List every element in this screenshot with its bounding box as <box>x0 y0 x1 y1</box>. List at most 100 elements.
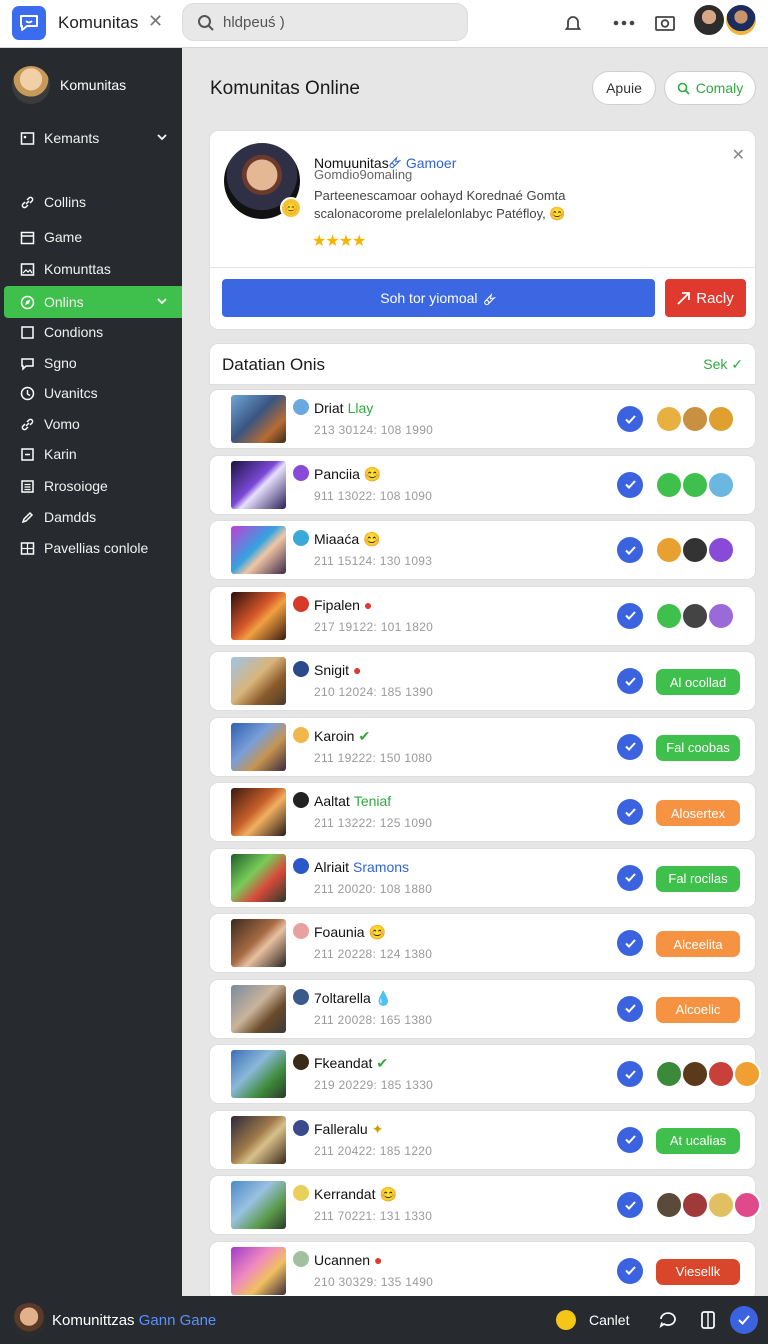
status-pill-button[interactable]: Alceelita <box>656 931 740 957</box>
search-bar[interactable]: hldpeuś ) <box>182 3 468 41</box>
sidebar-item-sgno[interactable]: Sgno <box>0 347 182 379</box>
mini-avatar <box>292 1053 310 1071</box>
row-meta: 210 30329: 135 1490 <box>314 1274 434 1289</box>
table-row[interactable]: Driat Llay 213 30124: 108 1990 <box>209 389 756 449</box>
sidebar-item-damdds[interactable]: Damdds <box>0 501 182 533</box>
camera-icon[interactable] <box>652 10 678 36</box>
image-icon <box>18 260 36 278</box>
row-name: Fipalen ● <box>314 597 372 613</box>
row-tag: 😊 <box>363 465 382 482</box>
game-thumbnail <box>231 591 286 640</box>
check-circle-icon[interactable] <box>730 1306 758 1334</box>
table-row[interactable]: Falleralu ✦ 211 20422: 185 1220 At ucalias <box>209 1109 756 1170</box>
featured-primary-button[interactable]: Soh tor yiomoal 🜸 <box>222 279 655 317</box>
table-row[interactable]: Kerrandat 😊 211 70221: 131 1330 <box>209 1175 761 1235</box>
list-action-link[interactable]: Sek ✓ <box>703 356 743 373</box>
sidebar-profile[interactable]: Komunitas <box>12 66 126 104</box>
table-row[interactable]: Fkeandat ✔ 219 20229: 185 1330 <box>209 1044 761 1104</box>
secondary-header-button[interactable]: Apuie <box>592 71 656 105</box>
status-pill-button[interactable]: At ucalias <box>656 1127 740 1154</box>
check-circle-icon[interactable] <box>617 1257 643 1284</box>
check-circle-icon[interactable] <box>617 1061 643 1087</box>
footer-label[interactable]: Canlet <box>589 1312 629 1328</box>
sidebar-item-komunttas[interactable]: Komunttas <box>0 253 182 285</box>
check-circle-icon[interactable] <box>617 668 643 694</box>
table-row[interactable]: Panciia 😊 911 13022: 108 1090 <box>209 454 756 515</box>
status-pill-button[interactable]: Fal coobas <box>656 734 740 761</box>
game-thumbnail <box>231 1115 286 1164</box>
row-name: Kerrandat 😊 <box>314 1186 397 1203</box>
check-circle-icon[interactable] <box>617 537 643 563</box>
check-circle-icon[interactable] <box>617 995 643 1022</box>
row-name: Panciia 😊 <box>314 466 381 483</box>
row-name: Aaltat Teniaf <box>314 793 391 809</box>
status-pill-button[interactable]: Al ocollad <box>656 669 740 695</box>
primary-header-button[interactable]: Comaly <box>664 71 756 105</box>
sidebar-item-collins[interactable]: Collins <box>0 186 182 218</box>
profile-name: Komunitas <box>60 77 127 93</box>
check-circle-icon[interactable] <box>617 1126 643 1153</box>
row-title: Panciia <box>314 465 360 482</box>
table-row[interactable]: Ucannen ● 210 30329: 135 1490 Viesellk <box>209 1240 756 1301</box>
emoji-badge-icon: 😊 <box>280 197 302 219</box>
sidebar-item-uvanitcs[interactable]: Uvanitcs <box>0 377 182 409</box>
row-name: Ucannen ● <box>314 1252 383 1268</box>
status-pill-button[interactable]: Fal rocilas <box>656 865 740 892</box>
check-circle-icon[interactable] <box>617 799 643 825</box>
row-tag: Teniaf <box>353 793 392 809</box>
smile-icon: 😊 <box>549 206 566 221</box>
check-circle-icon[interactable] <box>617 864 643 891</box>
chat-icon[interactable] <box>656 1308 680 1332</box>
sidebar-item-game[interactable]: Game <box>0 221 182 253</box>
sidebar-section-toggle[interactable]: Kemants <box>0 122 182 154</box>
check-circle-icon[interactable] <box>617 1192 643 1218</box>
sidebar-item-condions[interactable]: Condions <box>0 316 182 348</box>
featured-description: Parteenescamoar oohayd Korednaé Gomta sc… <box>314 188 566 221</box>
more-icon[interactable] <box>611 10 637 36</box>
featured-subtitle: Gomdio9omaling <box>314 167 413 182</box>
table-row[interactable]: Aaltat Teniaf 211 13222: 125 1090 Alosertex <box>209 782 756 842</box>
game-thumbnail <box>231 460 286 509</box>
check-circle-icon[interactable] <box>617 602 643 629</box>
table-row[interactable]: Miaaća 😊 211 15124: 130 1093 <box>209 520 756 580</box>
avatar[interactable] <box>692 3 726 37</box>
sidebar-item-rrosoioge[interactable]: Rrosoioge <box>0 470 182 502</box>
search-input[interactable]: hldpeuś ) <box>223 14 285 31</box>
check-circle-icon[interactable] <box>617 406 643 432</box>
clock-icon <box>18 384 36 402</box>
search-icon <box>198 15 214 31</box>
featured-reply-button[interactable]: Racly <box>665 279 746 317</box>
status-pill-button[interactable]: Viesellk <box>656 1258 740 1285</box>
game-thumbnail <box>231 1050 286 1098</box>
table-row[interactable]: 7oltarella 💧 211 20028: 165 1380 Alcoelic <box>209 978 756 1039</box>
table-row[interactable]: Foaunia 😊 211 20228: 124 1380 Alceelita <box>209 913 756 973</box>
sidebar-item-vomo[interactable]: Vomo <box>0 408 182 440</box>
avatar[interactable] <box>12 1303 46 1337</box>
row-name: Alriait Sramons <box>314 859 409 875</box>
sidebar-item-karin[interactable]: Karin <box>0 438 182 470</box>
close-icon[interactable]: ✕ <box>148 11 163 32</box>
row-title: Aaltat <box>314 793 350 809</box>
status-pill-button[interactable]: Alcoelic <box>656 996 740 1023</box>
table-row[interactable]: Alriait Sramons 211 20020: 108 1880 Fal roc… <box>209 847 756 908</box>
avatar[interactable] <box>724 3 758 37</box>
status-pill-button[interactable]: Alosertex <box>656 800 740 826</box>
app-logo-icon[interactable] <box>12 6 46 40</box>
sidebar-item-pavellias-conlole[interactable]: Pavellias conlole <box>0 532 182 564</box>
mini-avatar <box>292 1118 310 1137</box>
table-row[interactable]: Karoin ✔ 211 19222: 150 1080 Fal coobas <box>209 716 756 777</box>
close-icon[interactable]: ✕ <box>732 145 745 165</box>
check-circle-icon[interactable] <box>617 930 643 956</box>
check-circle-icon[interactable] <box>617 471 643 498</box>
table-row[interactable]: Fipalen ● 217 19122: 101 1820 <box>209 585 756 646</box>
avatar <box>655 1060 683 1088</box>
bell-icon[interactable] <box>560 10 586 36</box>
check-circle-icon[interactable] <box>617 733 643 760</box>
phone-icon[interactable] <box>696 1308 720 1332</box>
sidebar-section-label: Kemants <box>44 130 100 146</box>
table-row[interactable]: Snigit ● 210 12024: 185 1390 Al ocollad <box>209 651 756 711</box>
row-meta: 211 19222: 150 1080 <box>314 750 433 765</box>
mini-avatar <box>292 922 310 940</box>
flask-icon: 🜸 <box>483 291 497 308</box>
sidebar-item-onlins[interactable]: Onlins <box>4 286 182 318</box>
